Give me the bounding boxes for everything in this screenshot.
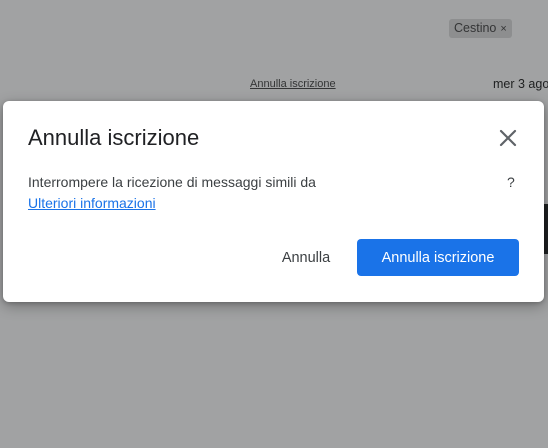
dialog-body-line: Interrompere la ricezione di messaggi si…: [28, 172, 518, 193]
more-info-link[interactable]: Ulteriori informazioni: [28, 195, 156, 211]
close-icon: [499, 129, 517, 147]
dialog-body-text: Interrompere la ricezione di messaggi si…: [28, 174, 316, 190]
unsubscribe-dialog: Annulla iscrizione Interrompere la ricez…: [3, 101, 544, 302]
dialog-body: Interrompere la ricezione di messaggi si…: [28, 172, 518, 214]
dialog-link-line: Ulteriori informazioni: [28, 193, 518, 214]
dialog-title: Annulla iscrizione: [28, 125, 200, 150]
cancel-button[interactable]: Annulla: [261, 239, 351, 276]
close-button[interactable]: [495, 125, 521, 151]
dialog-body-suffix: ?: [507, 174, 515, 190]
confirm-unsubscribe-button[interactable]: Annulla iscrizione: [357, 239, 519, 276]
